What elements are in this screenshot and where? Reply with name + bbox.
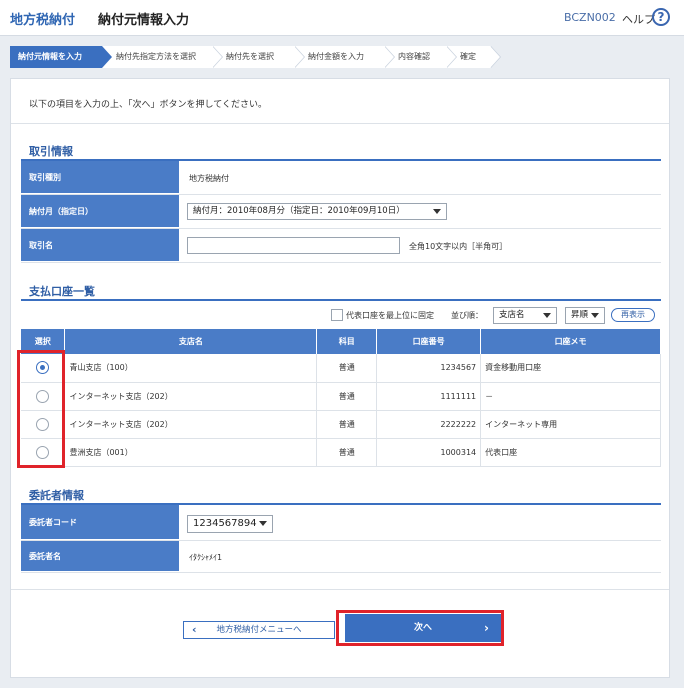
pin-checkbox[interactable] xyxy=(331,309,343,321)
step-4: 納付金額を入力 xyxy=(294,46,395,68)
screen-code: BCZN002 xyxy=(564,11,616,24)
branch-cell: インターネット支店（202） xyxy=(64,410,318,439)
table-row[interactable]: インターネット支店（202） 普通 1111111 － xyxy=(21,382,661,411)
back-to-menu-button[interactable]: ‹ 地方税納付メニューへ xyxy=(183,621,335,639)
step-label: 納付先指定方法を選択 xyxy=(116,52,196,61)
step-label: 内容確認 xyxy=(398,52,430,61)
sort-field-select[interactable]: 支店名 xyxy=(493,307,557,324)
memo-cell: 資金移動用口座 xyxy=(480,354,661,383)
step-1: 納付元情報を入力 xyxy=(10,46,112,68)
redisplay-label: 再表示 xyxy=(621,310,645,319)
main-panel: 以下の項目を入力の上、「次へ」ボタンを押してください。 取引情報 取引種別 地方… xyxy=(10,78,670,678)
table-row[interactable]: 青山支店（100） 普通 1234567 資金移動用口座 xyxy=(21,354,661,383)
col-header: 支店名 xyxy=(64,329,318,354)
col-header: 口座番号 xyxy=(376,329,482,354)
transaction-section-title: 取引情報 xyxy=(29,145,73,158)
field-label: 納付月（指定日） xyxy=(21,195,179,228)
sort-field-value: 支店名 xyxy=(499,310,525,320)
consignor-section-title: 委託者情報 xyxy=(29,489,84,502)
col-header: 口座メモ xyxy=(480,329,661,354)
chevron-down-icon xyxy=(259,521,267,526)
highlight-next-button xyxy=(336,610,504,646)
step-2: 納付先指定方法を選択 xyxy=(102,46,223,68)
step-indicator: 納付元情報を入力 納付先指定方法を選択 納付先を選択 納付金額を入力 内容確認 … xyxy=(10,46,670,68)
memo-cell: 代表口座 xyxy=(480,438,661,467)
top-bar: 地方税納付 納付元情報入力 BCZN002 ヘルプ ? xyxy=(0,0,684,36)
page-title: 納付元情報入力 xyxy=(98,13,190,28)
field-label: 委託者コード xyxy=(21,505,179,540)
consignor-code-value: 1234567894 xyxy=(193,518,257,529)
type-cell: 普通 xyxy=(316,438,378,467)
accounts-section-title: 支払口座一覧 xyxy=(29,285,95,298)
step-label: 確定 xyxy=(460,52,476,61)
transaction-name-row: 取引名 全角10文字以内［半角可］ xyxy=(21,229,661,263)
type-cell: 普通 xyxy=(316,354,378,383)
branch-cell: インターネット支店（202） xyxy=(64,382,318,411)
help-icon[interactable]: ? xyxy=(652,8,670,26)
back-button-label: 地方税納付メニューへ xyxy=(216,625,302,635)
number-cell: 1000314 xyxy=(376,438,482,467)
chevron-down-icon xyxy=(433,209,441,214)
step-label: 納付金額を入力 xyxy=(308,52,364,61)
intro-text: 以下の項目を入力の上、「次へ」ボタンを押してください。 xyxy=(29,100,267,110)
type-cell: 普通 xyxy=(316,410,378,439)
help-link[interactable]: ヘルプ xyxy=(622,11,655,27)
chevron-down-icon xyxy=(591,313,599,318)
chevron-down-icon xyxy=(543,313,551,318)
step-3: 納付先を選択 xyxy=(212,46,305,68)
consignor-code-row: 委託者コード 1234567894 xyxy=(21,505,661,541)
memo-cell: － xyxy=(480,382,661,411)
payment-month-value: 納付月：2010年08月分（指定日：2010年09月10日） xyxy=(193,206,405,216)
transaction-type-row: 取引種別 地方税納付 xyxy=(21,161,661,195)
field-label: 委託者名 xyxy=(21,541,179,572)
col-header: 科目 xyxy=(316,329,378,354)
sort-order-value: 昇順 xyxy=(571,310,589,320)
chevron-left-icon: ‹ xyxy=(192,623,197,636)
field-label: 取引名 xyxy=(21,229,179,262)
consignor-name-row: 委託者名 ｲﾀｸｼｬﾒｲ1 xyxy=(21,541,661,573)
field-label: 取引種別 xyxy=(21,161,179,194)
table-header-row: 選択 支店名 科目 口座番号 口座メモ xyxy=(21,329,661,354)
redisplay-button[interactable]: 再表示 xyxy=(611,308,655,322)
number-cell: 2222222 xyxy=(376,410,482,439)
step-label: 納付元情報を入力 xyxy=(18,52,82,61)
payment-month-select[interactable]: 納付月：2010年08月分（指定日：2010年09月10日） xyxy=(187,203,447,220)
pin-label: 代表口座を最上位に固定 xyxy=(346,311,434,320)
consignor-code-select[interactable]: 1234567894 xyxy=(187,515,273,533)
branch-cell: 青山支店（100） xyxy=(64,354,318,383)
memo-cell: インターネット専用 xyxy=(480,410,661,439)
transaction-type-value: 地方税納付 xyxy=(189,174,229,183)
type-cell: 普通 xyxy=(316,382,378,411)
sort-label: 並び順： xyxy=(451,311,483,320)
table-row[interactable]: インターネット支店（202） 普通 2222222 インターネット専用 xyxy=(21,410,661,439)
payment-month-row: 納付月（指定日） 納付月：2010年08月分（指定日：2010年09月10日） xyxy=(21,195,661,229)
consignor-name-value: ｲﾀｸｼｬﾒｲ1 xyxy=(189,553,223,562)
divider xyxy=(11,589,669,590)
accounts-table: 選択 支店名 科目 口座番号 口座メモ 青山支店（100） 普通 1234567… xyxy=(21,329,661,467)
section-rule xyxy=(21,299,661,301)
app-name: 地方税納付 xyxy=(10,13,76,28)
highlight-radio-column xyxy=(17,350,65,468)
step-label: 納付先を選択 xyxy=(226,52,274,61)
sort-order-select[interactable]: 昇順 xyxy=(565,307,605,324)
transaction-name-input[interactable] xyxy=(187,237,400,254)
number-cell: 1234567 xyxy=(376,354,482,383)
number-cell: 1111111 xyxy=(376,382,482,411)
transaction-name-hint: 全角10文字以内［半角可］ xyxy=(409,242,508,251)
branch-cell: 豊洲支店（001） xyxy=(64,438,318,467)
table-row[interactable]: 豊洲支店（001） 普通 1000314 代表口座 xyxy=(21,438,661,467)
divider xyxy=(11,123,669,124)
